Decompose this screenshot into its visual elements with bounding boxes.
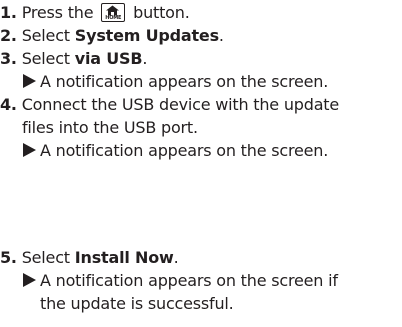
result-text: A notification appears on the screen. [40, 141, 329, 160]
step-4-continuation: files into the USB port. [22, 118, 198, 138]
step-text: . [142, 49, 148, 68]
step-number: 2. [0, 26, 17, 45]
step-text: Select [21, 248, 70, 267]
menu-item-name: System Updates [74, 26, 219, 45]
step-text: . [173, 248, 179, 267]
step-5-result-continuation: the update is successful. [40, 294, 234, 314]
step-text: files into the USB port. [22, 118, 198, 137]
home-button-label: HOME [105, 15, 122, 21]
result-text: A notification appears on the screen if [40, 271, 338, 290]
step-text: . [218, 26, 224, 45]
step-2: 2. Select System Updates. [0, 26, 224, 46]
step-number: 1. [0, 3, 17, 22]
step-text: Press the [21, 3, 94, 22]
step-number: 5. [0, 248, 17, 267]
step-5: 5. Select Install Now. [0, 248, 179, 268]
step-3-result: A notification appears on the screen. [22, 72, 328, 92]
step-number: 3. [0, 49, 17, 68]
menu-item-name: via USB [74, 49, 143, 68]
step-5-result: A notification appears on the screen if [22, 271, 338, 291]
result-arrow-icon [23, 143, 36, 157]
step-4-result: A notification appears on the screen. [22, 141, 328, 161]
result-arrow-icon [23, 74, 36, 88]
home-button-icon: HOME [101, 3, 126, 22]
step-1: 1. Press the HOME button. [0, 3, 190, 23]
step-text: button. [133, 3, 190, 22]
step-3: 3. Select via USB. [0, 49, 147, 69]
step-text: Select [21, 49, 70, 68]
step-4: 4. Connect the USB device with the updat… [0, 95, 339, 115]
step-text: Select [21, 26, 70, 45]
step-text: Connect the USB device with the update [21, 95, 340, 114]
menu-item-name: Install Now [74, 248, 174, 267]
result-text: the update is successful. [40, 294, 234, 313]
result-arrow-icon [23, 273, 36, 287]
result-text: A notification appears on the screen. [40, 72, 329, 91]
step-number: 4. [0, 95, 17, 114]
